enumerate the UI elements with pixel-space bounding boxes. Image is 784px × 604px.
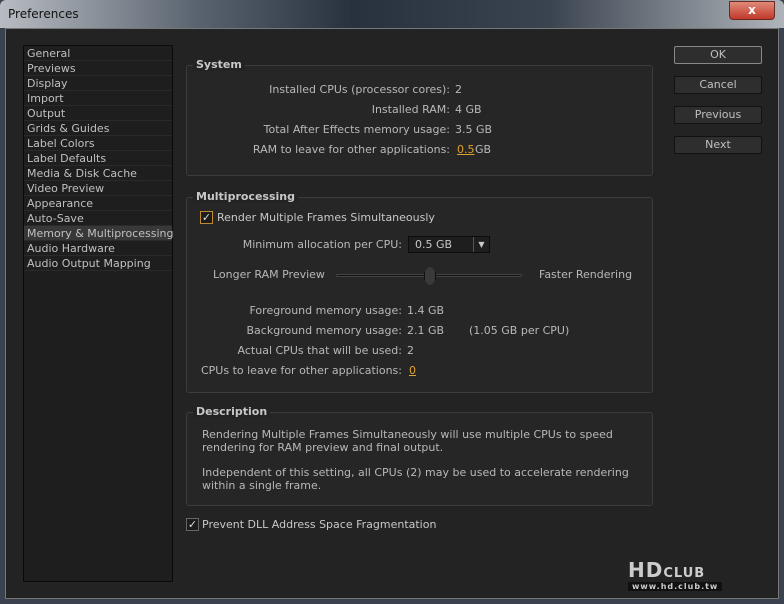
- category-list[interactable]: General Previews Display Import Output Grids …: [23, 45, 173, 582]
- sidebar-item[interactable]: General: [24, 46, 172, 61]
- sidebar-item[interactable]: Auto-Save: [24, 211, 172, 226]
- ram-leave-value[interactable]: 0.5: [457, 143, 475, 156]
- render-multiple-label[interactable]: Render Multiple Frames Simultaneously: [217, 211, 435, 224]
- ram-leave-unit: GB: [475, 143, 492, 156]
- installed-ram-value: 4 GB: [455, 103, 482, 116]
- ram-leave-label: RAM to leave for other applications:: [252, 143, 450, 156]
- installed-cpus-value: 2: [455, 83, 462, 96]
- bg-memory-value: 2.1 GB: [407, 324, 445, 337]
- render-multiple-checkbox[interactable]: ✓: [200, 211, 213, 224]
- bg-memory-label: Background memory usage:: [246, 324, 402, 337]
- installed-cpus-label: Installed CPUs (processor cores):: [269, 83, 450, 96]
- installed-ram-label: Installed RAM:: [371, 103, 450, 116]
- ok-button[interactable]: OK: [674, 46, 762, 64]
- description-text-2: Independent of this setting, all CPUs (2…: [202, 466, 629, 492]
- sidebar-item[interactable]: Label Colors: [24, 136, 172, 151]
- system-heading: System: [193, 58, 245, 71]
- prevent-dll-label[interactable]: Prevent DLL Address Space Fragmentation: [202, 518, 436, 531]
- multiprocessing-heading: Multiprocessing: [193, 190, 298, 203]
- sidebar-item[interactable]: Display: [24, 76, 172, 91]
- fg-memory-value: 1.4 GB: [407, 304, 445, 317]
- next-button[interactable]: Next: [674, 136, 762, 154]
- system-group: System: [186, 58, 653, 176]
- description-group: Description Rendering Multiple Frames Si…: [186, 405, 653, 506]
- description-heading: Description: [193, 405, 271, 418]
- bg-per-cpu: (1.05 GB per CPU): [469, 324, 570, 337]
- prevent-dll-checkbox[interactable]: ✓: [186, 518, 199, 531]
- title-bar: Preferences x: [0, 0, 784, 28]
- cpus-leave-label: CPUs to leave for other applications:: [200, 364, 402, 377]
- ae-memory-value: 3.5 GB: [455, 123, 493, 136]
- cpus-leave-value[interactable]: 0: [409, 364, 416, 377]
- ae-memory-label: Total After Effects memory usage:: [263, 123, 450, 136]
- slider-left-label: Longer RAM Preview: [213, 268, 325, 281]
- description-text-1: Rendering Multiple Frames Simultaneously…: [202, 428, 613, 454]
- min-alloc-label: Minimum allocation per CPU:: [242, 238, 402, 251]
- sidebar-item[interactable]: Previews: [24, 61, 172, 76]
- actual-cpus-value: 2: [407, 344, 414, 357]
- actual-cpus-label: Actual CPUs that will be used:: [237, 344, 402, 357]
- close-button[interactable]: x: [729, 1, 775, 20]
- cancel-button[interactable]: Cancel: [674, 76, 762, 94]
- slider-right-label: Faster Rendering: [539, 268, 633, 281]
- sidebar-item[interactable]: Label Defaults: [24, 151, 172, 166]
- previous-button[interactable]: Previous: [674, 106, 762, 124]
- sidebar-item[interactable]: Output: [24, 106, 172, 121]
- sidebar-item[interactable]: Grids & Guides: [24, 121, 172, 136]
- min-alloc-dropdown[interactable]: 0.5 GB ▼: [408, 236, 490, 253]
- sidebar-item[interactable]: Import: [24, 91, 172, 106]
- window-title: Preferences: [8, 7, 79, 21]
- watermark-logo: HDCLUB www.hd.club.tw: [628, 558, 723, 591]
- fg-memory-label: Foreground memory usage:: [249, 304, 403, 317]
- sidebar-item[interactable]: Audio Output Mapping: [24, 256, 172, 271]
- sidebar-item[interactable]: Video Preview: [24, 181, 172, 196]
- sidebar-item[interactable]: Appearance: [24, 196, 172, 211]
- sidebar-item[interactable]: Memory & Multiprocessing: [24, 226, 173, 241]
- sidebar-item[interactable]: Media & Disk Cache: [24, 166, 172, 181]
- min-alloc-value: 0.5 GB: [415, 238, 453, 251]
- chevron-down-icon: ▼: [473, 237, 489, 252]
- sidebar-item[interactable]: Audio Hardware: [24, 241, 172, 256]
